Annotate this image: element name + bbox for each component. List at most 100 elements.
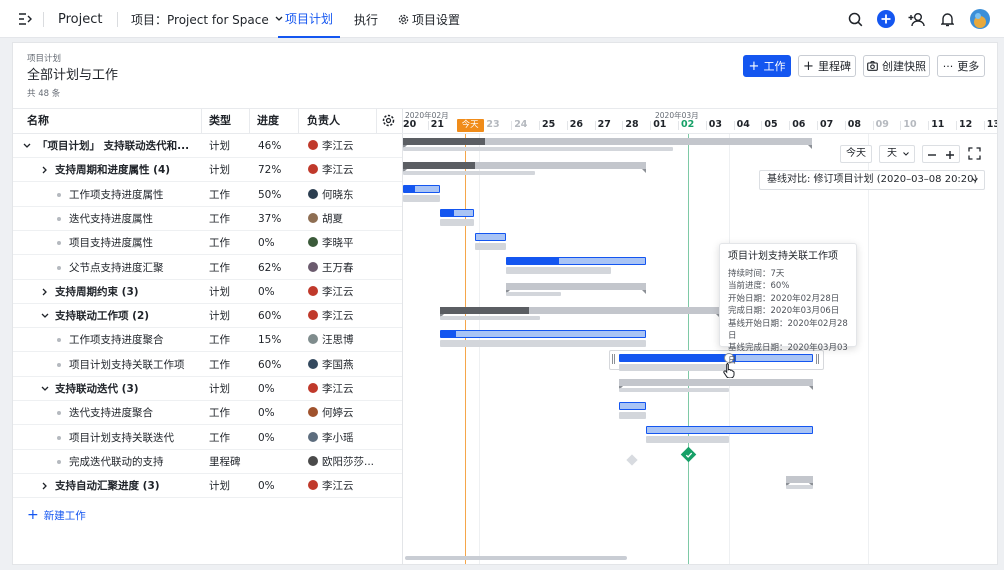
tab-project-settings[interactable]: 项目设置 xyxy=(398,0,460,38)
add-work-button[interactable]: + 工作 xyxy=(743,55,791,77)
table-row[interactable]: 完成迭代联动的支持 里程碑 欧阳莎莎... xyxy=(13,450,402,474)
table-row[interactable]: 迭代支持进度聚合 工作 0% 何婷云 xyxy=(13,401,402,426)
task-name[interactable]: 支持周期约束 (3) xyxy=(55,280,188,304)
column-settings-gear-icon[interactable] xyxy=(382,114,395,130)
task-owner[interactable]: 李江云 xyxy=(308,158,376,182)
more-button[interactable]: ··· 更多 xyxy=(937,55,985,77)
gantt-task-bar[interactable] xyxy=(440,330,646,338)
task-type: 计划 xyxy=(209,140,230,152)
table-row[interactable]: 支持周期约束 (3) 计划 0% 李江云 xyxy=(13,280,402,304)
create-snapshot-button[interactable]: 创建快照 xyxy=(863,55,930,77)
gantt-plan-bar[interactable] xyxy=(506,283,646,294)
add-milestone-button[interactable]: + 里程碑 xyxy=(798,55,856,77)
fullscreen-icon[interactable] xyxy=(968,147,981,163)
table-row[interactable]: 项目计划支持关联迭代 工作 0% 李小瑶 xyxy=(13,426,402,450)
task-name[interactable]: 支持联动工作项 (2) xyxy=(55,304,188,328)
task-name[interactable]: 支持联动迭代 (3) xyxy=(55,377,188,401)
chevron-down-icon[interactable] xyxy=(41,385,49,393)
gantt-plan-bar[interactable] xyxy=(786,476,813,487)
chevron-right-icon[interactable] xyxy=(41,482,49,490)
task-owner[interactable]: 何晓东 xyxy=(308,183,376,207)
task-name[interactable]: 项目计划支持关联工作项 xyxy=(69,353,188,377)
gantt-task-bar[interactable] xyxy=(619,402,646,410)
table-row[interactable]: 项目计划支持关联工作项 工作 60% 李国燕 xyxy=(13,353,402,377)
gantt-chart[interactable] xyxy=(402,134,997,564)
task-name[interactable]: 父节点支持进度汇聚 xyxy=(69,256,188,280)
day-label: 20 xyxy=(403,119,417,130)
gantt-task-bar[interactable] xyxy=(475,233,506,241)
zoom-in-icon[interactable] xyxy=(945,150,955,160)
chevron-down-icon[interactable] xyxy=(23,142,31,150)
table-row[interactable]: 支持联动迭代 (3) 计划 0% 李江云 xyxy=(13,377,402,401)
task-name[interactable]: 迭代支持进度属性 xyxy=(69,207,188,231)
task-owner[interactable]: 欧阳莎莎... xyxy=(308,450,376,474)
task-owner[interactable]: 李江云 xyxy=(308,304,376,328)
task-name[interactable]: 支持自动汇聚进度 (3) xyxy=(55,474,188,498)
task-name[interactable]: 项目支持进度属性 xyxy=(69,231,188,255)
table-row[interactable]: 项目支持进度属性 工作 0% 李晓平 xyxy=(13,231,402,256)
bullet-dot xyxy=(57,459,61,464)
owner-name: 李江云 xyxy=(322,480,354,493)
gantt-plan-bar[interactable] xyxy=(403,162,646,173)
column-header-name[interactable]: 名称 xyxy=(13,109,49,133)
bell-icon[interactable] xyxy=(941,0,954,38)
gantt-task-bar[interactable] xyxy=(403,185,440,193)
resize-handle-left[interactable] xyxy=(612,354,615,364)
task-name[interactable]: 项目计划支持关联迭代 xyxy=(69,426,188,450)
task-name[interactable]: 工作项支持进度聚合 xyxy=(69,328,188,352)
tab-project-plan[interactable]: 项目计划 xyxy=(278,0,340,38)
table-row[interactable]: 支持联动工作项 (2) 计划 60% 李江云 xyxy=(13,304,402,329)
new-work-link[interactable]: + 新建工作 xyxy=(27,505,86,525)
today-button[interactable]: 今天 xyxy=(840,145,872,163)
column-header-progress[interactable]: 进度 xyxy=(243,109,279,133)
task-owner[interactable]: 李小瑶 xyxy=(308,426,376,450)
task-owner[interactable]: 汪思博 xyxy=(308,328,376,352)
table-row[interactable]: 工作项支持进度属性 工作 50% 何晓东 xyxy=(13,183,402,207)
invite-member-icon[interactable] xyxy=(908,0,925,38)
chevron-down-icon xyxy=(972,178,978,182)
column-header-type[interactable]: 类型 xyxy=(195,109,231,133)
task-owner[interactable]: 李国燕 xyxy=(308,353,376,377)
gantt-plan-bar[interactable] xyxy=(403,138,812,149)
table-row[interactable]: 工作项支持进度聚合 工作 15% 汪思博 xyxy=(13,328,402,353)
gantt-task-bar[interactable] xyxy=(440,209,474,217)
table-row[interactable]: 迭代支持进度属性 工作 37% 胡夏 xyxy=(13,207,402,231)
task-owner[interactable]: 李江云 xyxy=(308,377,376,401)
task-name[interactable]: 完成迭代联动的支持 xyxy=(69,450,188,474)
task-name[interactable]: 支持周期和进度属性 (4) xyxy=(55,158,188,182)
avatar[interactable] xyxy=(970,0,990,38)
task-name[interactable]: 「项目计划」 支持联动迭代和... (5) xyxy=(37,134,188,158)
table-row[interactable]: 支持自动汇聚进度 (3) 计划 0% 李江云 xyxy=(13,474,402,499)
collapse-sidebar-icon[interactable] xyxy=(18,0,32,38)
baseline-compare-select[interactable]: 基线对比: 修订项目计划 (2020–03–08 20:20) xyxy=(759,170,985,190)
owner-name: 欧阳莎莎... xyxy=(322,455,375,468)
add-icon[interactable] xyxy=(877,0,895,38)
task-name[interactable]: 工作项支持进度属性 xyxy=(69,183,188,207)
task-owner[interactable]: 王万春 xyxy=(308,256,376,280)
task-owner[interactable]: 李江云 xyxy=(308,280,376,304)
horizontal-scrollbar[interactable] xyxy=(405,556,627,560)
task-owner[interactable]: 李江云 xyxy=(308,134,376,158)
chevron-down-icon[interactable] xyxy=(41,312,49,320)
day-label: 08 xyxy=(847,119,862,130)
task-owner[interactable]: 何婷云 xyxy=(308,401,376,425)
search-icon[interactable] xyxy=(848,0,863,38)
task-owner[interactable]: 李晓平 xyxy=(308,231,376,255)
task-name[interactable]: 迭代支持进度聚合 xyxy=(69,401,188,425)
task-owner[interactable]: 胡夏 xyxy=(308,207,376,231)
gantt-plan-bar[interactable] xyxy=(619,379,813,390)
gantt-plan-bar[interactable] xyxy=(440,307,720,318)
table-row[interactable]: 「项目计划」 支持联动迭代和... (5) 计划 46% 李江云 xyxy=(13,134,402,158)
table-row[interactable]: 支持周期和进度属性 (4) 计划 72% 李江云 xyxy=(13,158,402,183)
task-owner[interactable]: 李江云 xyxy=(308,474,376,498)
gantt-task-bar[interactable] xyxy=(506,257,646,265)
project-selector[interactable]: 项目：Project for Space xyxy=(131,0,283,38)
tab-execute[interactable]: 执行 xyxy=(354,0,378,38)
column-header-owner[interactable]: 负责人 xyxy=(293,109,340,133)
gantt-task-bar[interactable] xyxy=(646,426,813,434)
chevron-right-icon[interactable] xyxy=(41,288,49,296)
zoom-out-icon[interactable] xyxy=(927,150,937,160)
chevron-right-icon[interactable] xyxy=(41,166,49,174)
table-row[interactable]: 父节点支持进度汇聚 工作 62% 王万春 xyxy=(13,256,402,280)
time-unit-select[interactable]: 天 xyxy=(879,145,915,163)
